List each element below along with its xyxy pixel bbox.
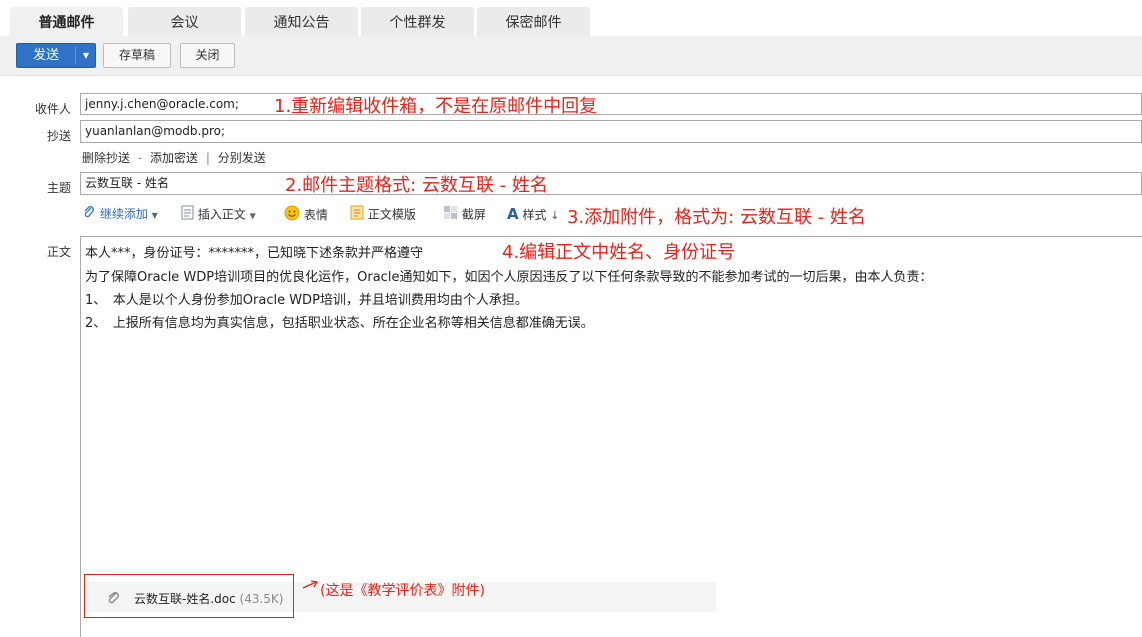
add-bcc-link[interactable]: 添加密送	[150, 151, 198, 165]
subject-field[interactable]: 云数互联 - 姓名	[80, 172, 1142, 195]
paperclip-icon	[106, 590, 121, 608]
screenshot-button[interactable]: 截屏	[443, 205, 486, 223]
attachment-name[interactable]: 云数互联-姓名.doc	[134, 592, 236, 606]
template-button[interactable]: 正文模版	[350, 205, 416, 223]
tab-notice[interactable]: 通知公告	[245, 7, 358, 36]
link-separator: |	[205, 151, 210, 165]
recipient-links: 删除抄送 - 添加密送 | 分别发送	[82, 149, 266, 166]
body-line: 为了保障Oracle WDP培训项目的优良化运作，Oracle通知如下，如因个人…	[85, 270, 933, 285]
chevron-down-icon[interactable]: ▼	[76, 44, 96, 67]
smiley-icon	[284, 205, 300, 226]
annotation-body: 4.编辑正文中姓名、身份证号	[502, 242, 736, 263]
style-button[interactable]: A 样式 ↓	[507, 205, 560, 223]
annotation-attachment: 3.添加附件，格式为: 云数互联 - 姓名	[567, 207, 866, 228]
style-label[interactable]: 样式	[522, 208, 546, 222]
send-button[interactable]: 发送 ▼	[16, 43, 96, 68]
annotation-subject: 2.邮件主题格式: 云数互联 - 姓名	[285, 175, 548, 196]
annotation-recipient: 1.重新编辑收件箱，不是在原邮件中回复	[274, 96, 598, 117]
paperclip-icon	[82, 205, 96, 224]
continue-add-label[interactable]: 继续添加	[100, 207, 148, 221]
close-button[interactable]: 关闭	[180, 43, 235, 68]
tab-secure-mail[interactable]: 保密邮件	[477, 7, 590, 36]
chevron-down-icon[interactable]: ▼	[250, 212, 256, 221]
template-icon	[350, 205, 364, 225]
subject-label: 主题	[46, 181, 71, 195]
tab-normal-mail[interactable]: 普通邮件	[10, 7, 123, 36]
tab-mass-mail[interactable]: 个性群发	[361, 7, 474, 36]
tab-meeting[interactable]: 会议	[128, 7, 241, 36]
chevron-down-icon[interactable]: ▼	[152, 211, 158, 220]
compose-toolbar: 发送 ▼ 存草稿 关闭	[0, 36, 1142, 76]
tab-bar: 普通邮件 会议 通知公告 个性群发 保密邮件	[0, 0, 1142, 36]
template-label[interactable]: 正文模版	[368, 208, 416, 222]
emoji-label[interactable]: 表情	[304, 208, 328, 222]
body-label: 正文	[46, 245, 71, 259]
save-draft-button[interactable]: 存草稿	[103, 43, 171, 68]
arrow-icon	[301, 578, 321, 595]
insert-body-button[interactable]: 插入正文 ▼	[181, 205, 256, 223]
font-style-icon: A	[507, 205, 519, 223]
document-icon	[181, 205, 194, 225]
body-line: 1、 本人是以个人身份参加Oracle WDP培训，并且培训费用均由个人承担。	[85, 293, 528, 308]
body-line: 2、 上报所有信息均为真实信息，包括职业状态、所在企业名称等相关信息都准确无误。	[85, 316, 594, 331]
to-field[interactable]: jenny.j.chen@oracle.com;	[80, 93, 1142, 115]
body-line: 本人***，身份证号：*******，已知晓下述条款并严格遵守	[85, 246, 424, 261]
continue-add-button[interactable]: 继续添加 ▼	[82, 205, 158, 223]
emoji-button[interactable]: 表情	[284, 205, 328, 223]
annotation-attachment-note: (这是《教学评价表》附件)	[320, 583, 485, 599]
insert-body-label[interactable]: 插入正文	[198, 208, 246, 222]
send-label[interactable]: 发送	[17, 44, 75, 67]
link-separator: -	[137, 151, 143, 165]
cc-field[interactable]: yuanlanlan@modb.pro;	[80, 120, 1142, 143]
attachment-item[interactable]: 云数互联-姓名.doc (43.5K)	[134, 590, 283, 607]
to-label: 收件人	[34, 102, 71, 116]
screenshot-label[interactable]: 截屏	[462, 208, 486, 222]
cc-label: 抄送	[46, 129, 71, 143]
attachment-size: (43.5K)	[239, 592, 284, 606]
scissors-icon	[443, 205, 458, 225]
arrow-down-icon[interactable]: ↓	[550, 209, 559, 222]
delete-cc-link[interactable]: 删除抄送	[82, 151, 130, 165]
separate-send-link[interactable]: 分别发送	[218, 151, 266, 165]
